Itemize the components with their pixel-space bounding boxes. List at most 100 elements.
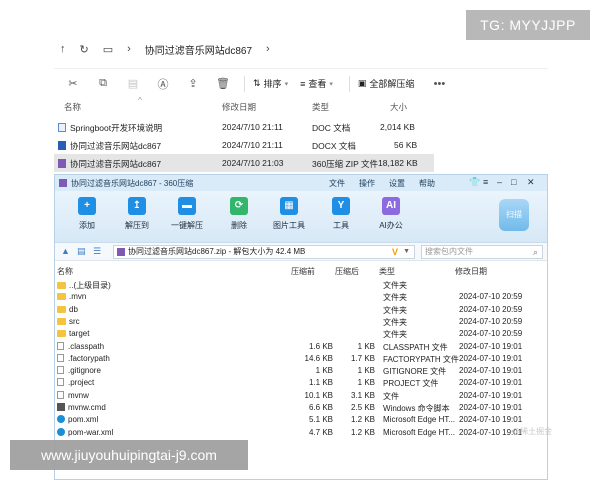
col-name[interactable]: 名称 (64, 101, 81, 113)
file-date: 2024/7/10 21:03 (222, 158, 284, 168)
col-name[interactable]: 名称 (57, 266, 73, 277)
file-unpacked-size: 1 KB (357, 366, 375, 376)
file-unpacked-size: 1 KB (357, 378, 375, 388)
file-type: Microsoft Edge HT... (383, 427, 456, 437)
tools-button[interactable]: Y 工具 (321, 197, 361, 231)
file-date: 2024-07-10 20:59 (459, 316, 523, 326)
close-icon[interactable]: ✕ (527, 177, 535, 188)
col-type[interactable]: 类型 (312, 101, 329, 113)
file-date: 2024/7/10 21:11 (222, 140, 283, 150)
view-list-icon[interactable]: ▤ (77, 246, 86, 257)
col-size[interactable]: 大小 (390, 101, 407, 113)
col-type[interactable]: 类型 (379, 266, 395, 277)
menu-lines-icon[interactable]: ≡ (483, 177, 488, 187)
file-name: 协同过滤音乐网站dc867 (70, 141, 162, 151)
col-unpacked[interactable]: 压缩后 (335, 266, 359, 277)
zip-archive-icon (117, 248, 125, 256)
file-name: db (69, 304, 78, 314)
chevron-right-icon[interactable]: › (266, 43, 270, 55)
col-date[interactable]: 修改日期 (222, 101, 256, 113)
maximize-icon[interactable]: □ (511, 177, 516, 187)
extract-to-label: 解压到 (125, 221, 149, 230)
zip-file-row[interactable]: .mvn 文件夹 2024-07-10 20:59 (55, 291, 547, 303)
trash-icon[interactable]: 🗑 (208, 77, 238, 90)
add-button[interactable]: + 添加 (67, 197, 107, 231)
image-tools-button[interactable]: ▦ 图片工具 (269, 197, 309, 231)
file-packed-size: 5.1 KB (308, 415, 333, 425)
zip-search-input[interactable]: 搜索包内文件 ⌕ (421, 245, 543, 259)
file-unpacked-size: 1.2 KB (350, 427, 375, 437)
zip-file-row[interactable]: .classpath 1.6 KB 1 KB CLASSPATH 文件 2024-07-… (55, 341, 547, 353)
file-name: .classpath (68, 341, 105, 351)
file-name: pom.xml (68, 415, 99, 425)
file-date: 2024-07-10 19:01 (459, 390, 523, 400)
nav-up-icon[interactable]: ▲ (61, 246, 70, 256)
zip-file-row[interactable]: pom.xml 5.1 KB 1.2 KB Microsoft Edge HT... 2… (55, 414, 547, 426)
search-icon[interactable]: ⌕ (533, 246, 538, 258)
menu-help[interactable]: 帮助 (419, 178, 435, 189)
chevron-down-icon[interactable]: ▼ (403, 246, 410, 258)
sort-label: 排序 (263, 79, 282, 89)
delete-button[interactable]: ⟳ 删除 (219, 197, 259, 231)
one-click-extract-label: 一键解压 (171, 221, 203, 230)
cut-icon[interactable]: ✂ (58, 77, 88, 90)
sort-button[interactable]: ⇅ 排序 ▾ (253, 77, 288, 90)
folder-icon (57, 330, 66, 338)
menu-file[interactable]: 文件 (329, 178, 345, 189)
zip-file-row[interactable]: .project 1.1 KB 1 KB PROJECT 文件 2024-07-10 1… (55, 377, 547, 389)
zip-file-row[interactable]: mvnw.cmd 6.6 KB 2.5 KB Windows 命令脚本 2024-07-… (55, 402, 547, 414)
edge-icon (57, 415, 65, 424)
explorer-file-row[interactable]: Springboot开发环境说明 2024/7/10 21:11 DOC 文档 … (54, 118, 434, 136)
watermark-url: www.jiuyouhuipingtai-j9.com (10, 440, 248, 470)
file-type: 文件夹 (383, 281, 407, 290)
file-type: GITIGNORE 文件 (383, 367, 447, 377)
zip-file-row[interactable]: target 文件夹 2024-07-10 20:59 (55, 328, 547, 340)
explorer-file-row-selected[interactable]: 协同过滤音乐网站dc867 2024/7/10 21:03 360压缩 ZIP … (54, 154, 434, 172)
v-logo-icon[interactable]: V (392, 246, 398, 258)
zip-window: 协同过滤音乐网站dc867 - 360压缩 文件 操作 设置 帮助 👕 ≡ – … (54, 174, 548, 480)
folder-icon (57, 293, 66, 301)
extract-to-button[interactable]: ↥ 解压到 (117, 197, 157, 231)
explorer-path[interactable]: 协同过滤音乐网站dc867 (145, 42, 252, 57)
minimize-icon[interactable]: – (497, 177, 502, 187)
watermark-faint: @稀土掘金 (512, 427, 553, 436)
copy-icon[interactable]: ⧉ (88, 77, 118, 90)
up-arrow-icon[interactable]: ↑ (60, 43, 66, 55)
col-date[interactable]: 修改日期 (455, 266, 487, 277)
file-type: 文件夹 (383, 330, 407, 340)
zip-file-row[interactable]: .gitignore 1 KB 1 KB GITIGNORE 文件 2024-07-10… (55, 365, 547, 377)
menu-operate[interactable]: 操作 (359, 178, 375, 189)
file-date: 2024-07-10 20:59 (459, 292, 523, 302)
scan-button[interactable]: 扫描 (499, 199, 529, 231)
view-detail-icon[interactable]: ☰ (93, 246, 101, 257)
more-icon[interactable]: ••• (424, 78, 454, 90)
zip-path-text: 协同过滤音乐网站dc867.zip - 解包大小为 42.4 MB (128, 247, 306, 256)
explorer-file-row[interactable]: 协同过滤音乐网站dc867 2024/7/10 21:11 DOCX 文档 56… (54, 136, 434, 154)
one-click-extract-button[interactable]: ▬ 一键解压 (167, 197, 207, 231)
refresh-icon[interactable]: ↻ (80, 43, 89, 56)
zip-file-row[interactable]: src 文件夹 2024-07-10 20:59 (55, 316, 547, 328)
zip-app-icon (59, 179, 67, 187)
monitor-icon[interactable]: ▭ (103, 43, 113, 56)
menu-settings[interactable]: 设置 (389, 178, 405, 189)
ai-office-button[interactable]: AI AI办公 (371, 197, 411, 231)
zip-file-row[interactable]: pom-war.xml 4.7 KB 1.2 KB Microsoft Edge HT… (55, 427, 547, 439)
zip-path-box[interactable]: 协同过滤音乐网站dc867.zip - 解包大小为 42.4 MB V ▼ (113, 245, 415, 259)
skin-icon[interactable]: 👕 (469, 177, 480, 188)
rename-icon[interactable]: Ⓐ (148, 76, 178, 92)
edge-icon (57, 427, 65, 436)
extract-all-button[interactable]: ▣ 全部解压缩 (358, 77, 415, 90)
zip-file-row[interactable]: db 文件夹 2024-07-10 20:59 (55, 304, 547, 316)
share-icon[interactable]: ⇪ (178, 77, 208, 90)
file-type: 文件夹 (383, 317, 407, 327)
word-doc-icon (58, 141, 66, 150)
col-packed[interactable]: 压缩前 (291, 266, 315, 277)
zip-file-row[interactable]: .factorypath 14.6 KB 1.7 KB FACTORYPATH 文件 2… (55, 353, 547, 365)
zip-archive-icon (58, 159, 66, 168)
zip-file-row[interactable]: ..(上级目录) 文件夹 (55, 279, 547, 291)
extract-all-label: 全部解压缩 (369, 79, 415, 89)
file-type: PROJECT 文件 (383, 379, 439, 389)
zip-file-row[interactable]: mvnw 10.1 KB 3.1 KB 文件 2024-07-10 19:01 (55, 390, 547, 402)
file-icon (57, 366, 64, 375)
view-button[interactable]: ≡ 查看 ▾ (300, 77, 333, 90)
